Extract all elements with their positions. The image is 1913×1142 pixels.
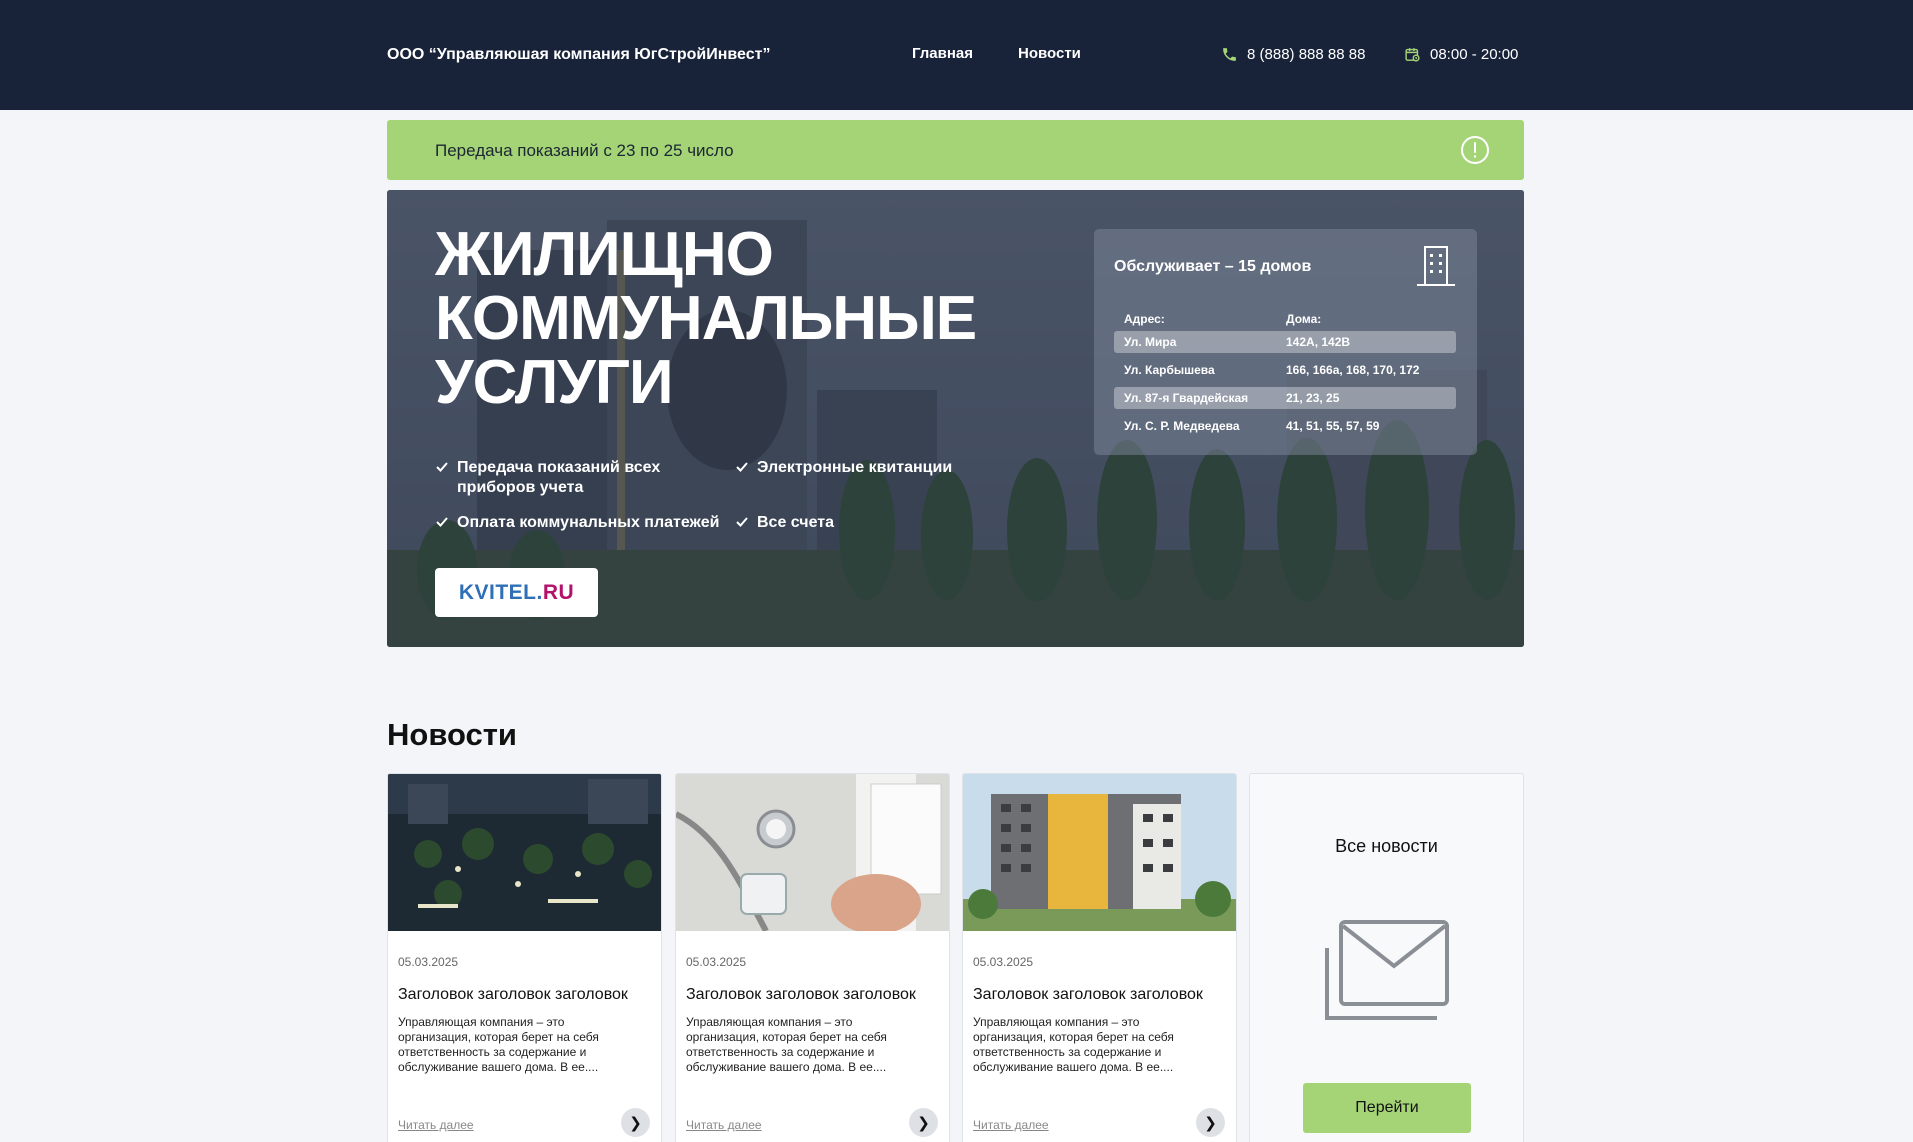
news-excerpt: Управляющая компания – это организация, … bbox=[973, 1015, 1174, 1074]
working-hours: 08:00 - 20:00 bbox=[1404, 46, 1518, 63]
news-card[interactable]: 05.03.2025 Заголовок заголовок заголовок… bbox=[675, 773, 950, 1142]
news-date: 05.03.2025 bbox=[398, 955, 459, 969]
building-icon bbox=[1417, 246, 1455, 286]
check-icon bbox=[436, 462, 448, 472]
served-house-row: Ул. Мира 142А, 142В bbox=[1114, 331, 1456, 353]
served-houses-title: Обслуживает – 15 домов bbox=[1114, 258, 1312, 275]
kvitel-logo-part1: KVITEL. bbox=[458, 580, 543, 604]
meter-reading-alert: Передача показаний с 23 по 25 число bbox=[387, 120, 1524, 180]
news-card[interactable]: 05.03.2025 Заголовок заголовок заголовок… bbox=[962, 773, 1237, 1142]
all-news-title: Все новости bbox=[1335, 836, 1438, 856]
row-address: Ул. С. Р. Медведева bbox=[1124, 419, 1240, 433]
news-excerpt: Управляющая компания – это организация, … bbox=[398, 1015, 599, 1074]
feature-item: Передача показаний всех приборов учета bbox=[435, 458, 675, 498]
all-news-card: Все новости Перейти bbox=[1249, 773, 1524, 1142]
houses-column-header: Дома: bbox=[1286, 312, 1322, 326]
row-houses: 142А, 142В bbox=[1286, 335, 1351, 349]
news-image-courtyard bbox=[388, 774, 661, 931]
chevron-right-icon[interactable]: ❯ bbox=[1196, 1108, 1225, 1137]
kvitel-logo-part2: RU bbox=[542, 580, 575, 604]
read-more-link[interactable]: Читать далее bbox=[686, 1118, 762, 1132]
chevron-right-icon[interactable]: ❯ bbox=[621, 1108, 650, 1137]
news-date: 05.03.2025 bbox=[686, 955, 747, 969]
address-column-header: Адрес: bbox=[1124, 312, 1165, 326]
kvitel-button[interactable]: KVITEL. RU bbox=[435, 568, 598, 617]
news-image-water-meter bbox=[676, 774, 949, 931]
news-title[interactable]: Заголовок заголовок заголовок bbox=[398, 986, 628, 1004]
nav-link-home[interactable]: Главная bbox=[912, 45, 973, 62]
hero-banner: ЖИЛИЩНО КОММУНАЛЬНЫЕ УСЛУГИ Передача пок… bbox=[387, 190, 1524, 647]
served-house-row: Ул. Карбышева 166, 166а, 168, 170, 172 bbox=[1114, 359, 1456, 381]
served-house-row: Ул. 87-я Гвардейская 21, 23, 25 bbox=[1114, 387, 1456, 409]
news-title[interactable]: Заголовок заголовок заголовок bbox=[973, 986, 1203, 1004]
row-houses: 41, 51, 55, 57, 59 bbox=[1286, 419, 1380, 433]
feature-item: Все счета bbox=[735, 513, 995, 533]
feature-label: Электронные квитанции bbox=[757, 459, 953, 476]
feature-label: Оплата коммунальных платежей bbox=[457, 514, 720, 531]
phone-icon bbox=[1223, 48, 1236, 61]
news-section-title: Новости bbox=[387, 717, 517, 752]
hero-title: ЖИЛИЩНО КОММУНАЛЬНЫЕ УСЛУГИ bbox=[435, 220, 977, 417]
phone-contact[interactable]: 8 (888) 888 88 88 bbox=[1221, 46, 1365, 63]
row-houses: 21, 23, 25 bbox=[1286, 391, 1340, 405]
company-name[interactable]: ООО “Управляюшая компания ЮгСтройИнвест” bbox=[387, 46, 770, 64]
alert-text: Передача показаний с 23 по 25 число bbox=[435, 141, 734, 160]
news-date: 05.03.2025 bbox=[973, 955, 1034, 969]
row-address: Ул. 87-я Гвардейская bbox=[1124, 391, 1249, 405]
go-to-news-button[interactable]: Перейти bbox=[1303, 1083, 1471, 1133]
feature-item: Оплата коммунальных платежей bbox=[435, 513, 735, 533]
news-excerpt: Управляющая компания – это организация, … bbox=[686, 1015, 887, 1074]
exclamation-icon bbox=[1461, 136, 1489, 164]
calendar-clock-icon bbox=[1405, 48, 1420, 62]
news-title[interactable]: Заголовок заголовок заголовок bbox=[686, 986, 916, 1004]
check-icon bbox=[736, 517, 748, 527]
read-more-link[interactable]: Читать далее bbox=[973, 1118, 1049, 1132]
feature-item: Электронные квитанции bbox=[735, 458, 995, 478]
hero-title-line: ЖИЛИЩНО bbox=[435, 220, 774, 289]
feature-label: Передача показаний всех приборов учета bbox=[457, 459, 661, 496]
chevron-right-icon[interactable]: ❯ bbox=[909, 1108, 938, 1137]
nav-link-news[interactable]: Новости bbox=[1018, 45, 1081, 62]
read-more-link[interactable]: Читать далее bbox=[398, 1118, 474, 1132]
feature-label: Все счета bbox=[757, 514, 834, 531]
check-icon bbox=[436, 517, 448, 527]
phone-number: 8 (888) 888 88 88 bbox=[1247, 46, 1366, 63]
hours-text: 08:00 - 20:00 bbox=[1430, 46, 1519, 63]
news-image-apartment-building bbox=[963, 774, 1236, 931]
served-house-row: Ул. С. Р. Медведева 41, 51, 55, 57, 59 bbox=[1114, 415, 1456, 437]
hero-title-line: УСЛУГИ bbox=[435, 348, 674, 417]
served-houses-panel: Обслуживает – 15 домов Адрес: Дома: Ул. … bbox=[1094, 229, 1477, 455]
site-header: ООО “Управляюшая компания ЮгСтройИнвест”… bbox=[0, 0, 1913, 110]
hero-title-line: КОММУНАЛЬНЫЕ bbox=[435, 284, 977, 353]
check-icon bbox=[736, 462, 748, 472]
envelope-icon bbox=[1325, 920, 1449, 1020]
row-address: Ул. Мира bbox=[1124, 335, 1177, 349]
row-houses: 166, 166а, 168, 170, 172 bbox=[1286, 363, 1420, 377]
news-card[interactable]: 05.03.2025 Заголовок заголовок заголовок… bbox=[387, 773, 662, 1142]
row-address: Ул. Карбышева bbox=[1124, 363, 1215, 377]
